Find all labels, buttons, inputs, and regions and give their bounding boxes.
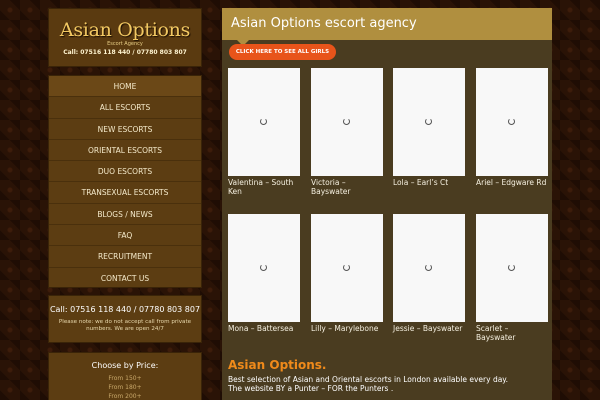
see-all-girls-button[interactable]: CLICK HERE TO SEE ALL GIRLS	[229, 44, 336, 60]
loading-spinner-icon	[260, 264, 267, 271]
contact-phone: Call: 07516 118 440 / 07780 803 807	[49, 305, 201, 314]
loading-spinner-icon	[425, 264, 432, 271]
escort-name[interactable]: Lilly – Marylebone	[311, 324, 383, 333]
price-option[interactable]: From 200+	[49, 392, 201, 400]
logo-subtitle: Escort Agency	[107, 41, 143, 47]
escort-photo[interactable]	[393, 214, 465, 322]
nav-item-oriental-escorts[interactable]: ORIENTAL ESCORTS	[49, 140, 201, 162]
loading-spinner-icon	[343, 264, 350, 271]
escort-photo[interactable]	[228, 68, 300, 176]
price-option[interactable]: From 180+	[49, 383, 201, 392]
escort-name[interactable]: Victoria – Bayswater	[311, 178, 383, 196]
escort-photo[interactable]	[476, 68, 548, 176]
intro-line: The website BY a Punter – FOR the Punter…	[228, 384, 394, 393]
loading-spinner-icon	[508, 264, 515, 271]
logo[interactable]: Asian Options Escort Agency Call: 07516 …	[48, 8, 202, 67]
price-filter-title: Choose by Price:	[91, 361, 159, 370]
intro-title: Asian Options.	[228, 358, 327, 372]
escort-card[interactable]: Ariel – Edgware Rd	[476, 68, 548, 187]
logo-title: Asian Options	[59, 19, 191, 41]
escort-name[interactable]: Ariel – Edgware Rd	[476, 178, 548, 187]
escort-photo[interactable]	[311, 214, 383, 322]
escort-card[interactable]: Victoria – Bayswater	[311, 68, 383, 196]
escort-card[interactable]: Jessie – Bayswater	[393, 214, 465, 333]
nav-item-blogs-news[interactable]: BLOGS / NEWS	[49, 204, 201, 226]
intro-text: Best selection of Asian and Oriental esc…	[228, 375, 546, 393]
contact-box: Call: 07516 118 440 / 07780 803 807 Plea…	[48, 295, 202, 343]
loading-spinner-icon	[260, 118, 267, 125]
nav-item-transexual-escorts[interactable]: TRANSEXUAL ESCORTS	[49, 182, 201, 204]
escort-card[interactable]: Valentina – South Ken	[228, 68, 300, 196]
escort-name[interactable]: Scarlet – Bayswater	[476, 324, 548, 342]
escort-card[interactable]: Scarlet – Bayswater	[476, 214, 548, 342]
main-content: Asian Options escort agency CLICK HERE T…	[222, 8, 552, 400]
escort-photo[interactable]	[228, 214, 300, 322]
nav-item-all-escorts[interactable]: ALL ESCORTS	[49, 97, 201, 119]
logo-phone: Call: 07516 118 440 / 07780 803 807	[63, 49, 187, 56]
nav-item-new-escorts[interactable]: NEW ESCORTS	[49, 119, 201, 140]
escort-name[interactable]: Lola – Earl’s Ct	[393, 178, 465, 187]
escort-photo[interactable]	[393, 68, 465, 176]
loading-spinner-icon	[343, 118, 350, 125]
price-option[interactable]: From 150+	[49, 374, 201, 383]
page-title: Asian Options escort agency	[231, 16, 417, 31]
escort-photo[interactable]	[476, 214, 548, 322]
nav-item-contact-us[interactable]: CONTACT US	[49, 268, 201, 289]
main-nav: HOME ALL ESCORTS NEW ESCORTS ORIENTAL ES…	[48, 75, 202, 288]
escort-card[interactable]: Lilly – Marylebone	[311, 214, 383, 333]
nav-item-faq[interactable]: FAQ	[49, 225, 201, 247]
nav-item-home[interactable]: HOME	[49, 76, 201, 98]
contact-note: Please note: we do not accept call from …	[58, 319, 192, 332]
escort-name[interactable]: Jessie – Bayswater	[393, 324, 465, 333]
nav-item-recruitment[interactable]: RECRUITMENT	[49, 246, 201, 268]
escort-photo[interactable]	[311, 68, 383, 176]
escort-card[interactable]: Lola – Earl’s Ct	[393, 68, 465, 187]
loading-spinner-icon	[508, 118, 515, 125]
escort-name[interactable]: Valentina – South Ken	[228, 178, 300, 196]
intro-line: Best selection of Asian and Oriental esc…	[228, 375, 509, 384]
nav-item-duo-escorts[interactable]: DUO ESCORTS	[49, 161, 201, 183]
price-filter: Choose by Price: From 150+ From 180+ Fro…	[48, 352, 202, 400]
escort-name[interactable]: Mona – Battersea	[228, 324, 300, 333]
escort-card[interactable]: Mona – Battersea	[228, 214, 300, 333]
loading-spinner-icon	[425, 118, 432, 125]
page-header: Asian Options escort agency	[222, 8, 552, 46]
